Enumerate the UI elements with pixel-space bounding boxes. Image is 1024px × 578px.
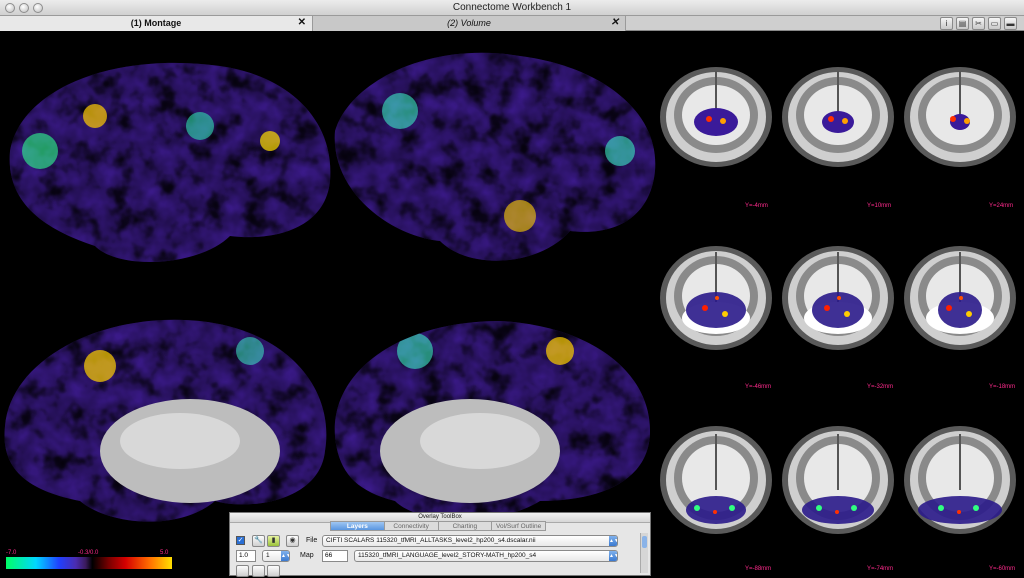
coronal-slice[interactable] [657,420,775,538]
map-label: Map [300,552,314,559]
tab-charting[interactable]: Charting [437,521,493,531]
slice-coordinate-label: Y=-4mm [745,203,768,209]
coronal-slice[interactable] [901,238,1019,356]
coronal-slice[interactable] [901,57,1019,175]
capture-icon[interactable]: ▤ [956,17,969,30]
medial-right-hemisphere [334,321,650,520]
graphics-area[interactable]: Y=-4mm Y=10mm Y=24mm Y=-46mm Y=-32mm Y=-18mm Y… [0,31,1024,576]
coronal-slice[interactable] [657,238,775,356]
toolbox-icon[interactable]: ▬ [1004,17,1017,30]
colorbar-min-label: -7.0 [6,550,17,556]
view-icon[interactable]: ▭ [988,17,1001,30]
layer-row-2: 1.0 1 ▲▼ Map 66 115320_tfMRI_LANGUAGE_le… [234,549,646,563]
window-title: Connectome Workbench 1 [452,2,572,13]
slice-coordinate-label: Y=-60mm [989,566,1016,572]
slice-coordinate-label: Y=-18mm [989,384,1016,390]
map-index-stepper[interactable]: 66 [322,550,348,562]
tab-bar: (1) Montage ✕ (2) Volume ✕ i ▤ ✂ ▭ ▬ [0,16,1024,31]
layer-enabled-checkbox[interactable]: ✓ [236,536,245,545]
layer-control-icon[interactable] [267,565,280,577]
palette-colorbar [6,557,172,569]
colorbar-max-label: 5.0 [160,550,169,556]
chevron-down-icon: ▲▼ [609,551,618,561]
tab-layers[interactable]: Layers [330,521,385,531]
map-select-value: 115320_tfMRI_LANGUAGE_level2_STORY-MATH_… [358,552,537,559]
tools-icon[interactable]: ✂ [972,17,985,30]
tab-montage-label: (1) Montage [130,18,182,28]
layer-row-1: ✓ 🔧 ▮ ◉ File CIFTI SCALARS 115320_tfMRI_… [234,534,646,548]
coronal-slice[interactable] [779,57,897,175]
close-tab-icon[interactable]: ✕ [298,16,306,30]
coronal-slice[interactable] [779,420,897,538]
info-icon[interactable]: i [940,17,953,30]
file-label: File [306,537,318,544]
layer-control-icon[interactable] [236,565,249,577]
tab-volume[interactable]: (2) Volume ✕ [313,16,626,31]
wrench-icon[interactable]: 🔧 [252,535,265,547]
scrollbar-thumb[interactable] [642,536,647,548]
file-select[interactable]: CIFTI SCALARS 115320_tfMRI_ALLTASKS_leve… [322,535,618,547]
slice-coordinate-label: Y=10mm [867,203,892,209]
coronal-slice[interactable] [657,57,775,175]
chevron-down-icon: ▲▼ [281,551,290,561]
tab-volume-label: (2) Volume [447,18,491,28]
yoke-select-value: 1 [266,552,270,559]
colorbar-mid-label: -0.3/0.0 [78,550,99,556]
slice-coordinate-label: Y=24mm [989,203,1014,209]
layer-control-icon[interactable] [252,565,265,577]
slice-coordinate-label: Y=-32mm [867,384,894,390]
overlay-toolbox: Overlay ToolBox Layers Connectivity Char… [229,512,651,577]
toolbox-scrollbar[interactable] [640,533,648,573]
map-select[interactable]: 115320_tfMRI_LANGUAGE_level2_STORY-MATH_… [354,550,618,562]
info-icon[interactable]: ◉ [286,535,299,547]
yoke-select[interactable]: 1 ▲▼ [262,550,290,562]
palette-icon[interactable]: ▮ [267,535,280,547]
coronal-slice[interactable] [779,238,897,356]
toolbox-tabs: Layers Connectivity Charting Vol/Surf Ou… [330,521,546,531]
slice-coordinate-label: Y=-46mm [745,384,772,390]
slice-coordinate-label: Y=-74mm [867,566,894,572]
coronal-slice[interactable] [901,420,1019,538]
medial-left-hemisphere [4,319,327,522]
window-titlebar: Connectome Workbench 1 [0,0,1024,16]
lateral-right-hemisphere [334,52,656,261]
tab-connectivity[interactable]: Connectivity [383,521,439,531]
chevron-down-icon: ▲▼ [609,536,618,546]
tab-montage[interactable]: (1) Montage ✕ [0,16,313,31]
slice-coordinate-label: Y=-88mm [745,566,772,572]
close-tab-icon[interactable]: ✕ [611,16,619,30]
lateral-left-hemisphere [9,62,331,263]
tab-vol-surf-outline[interactable]: Vol/Surf Outline [491,521,546,531]
file-select-value: CIFTI SCALARS 115320_tfMRI_ALLTASKS_leve… [326,537,536,544]
opacity-stepper[interactable]: 1.0 [236,550,256,562]
